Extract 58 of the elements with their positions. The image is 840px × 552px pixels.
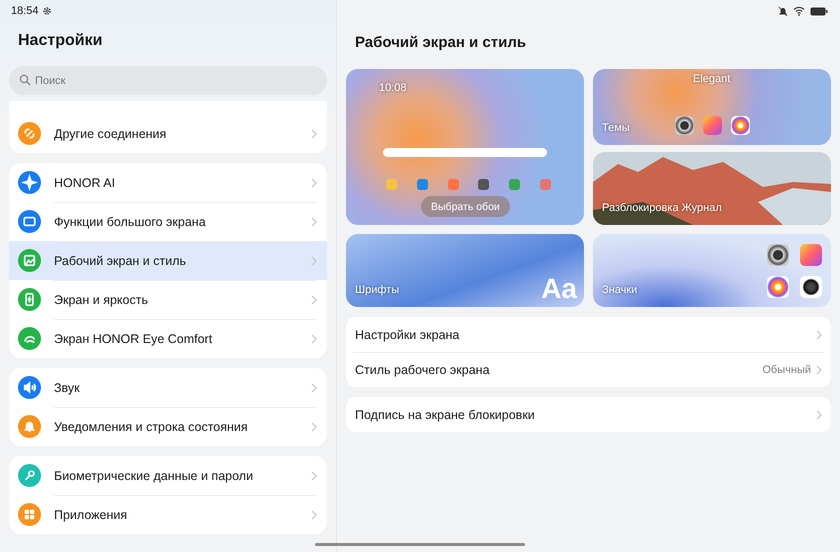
app-icon xyxy=(703,116,722,135)
bell-off-icon xyxy=(778,6,788,16)
chevron-icon xyxy=(311,256,317,266)
chevron-icon xyxy=(816,410,822,420)
preview-clock: 10:08 xyxy=(379,82,407,94)
settings-item[interactable]: Уведомления и строка состояния xyxy=(9,407,327,446)
app-icon xyxy=(509,179,520,190)
settings-item[interactable]: HONOR AI xyxy=(9,163,327,202)
page-title: Настройки xyxy=(17,31,104,51)
chevron-icon xyxy=(311,128,317,138)
chevron-icon xyxy=(311,422,317,432)
settings-item[interactable]: Экран и яркость xyxy=(9,280,327,319)
row-label: Настройки экрана xyxy=(355,328,460,342)
app-icon xyxy=(416,179,428,190)
settings-item[interactable]: Функции большого экрана xyxy=(9,202,327,241)
chevron-icon xyxy=(816,330,822,340)
settings-item[interactable]: Приложения xyxy=(9,495,327,534)
tile-label: Значки xyxy=(602,284,638,296)
wifi-icon xyxy=(793,6,805,16)
row-label: Стиль рабочего экрана xyxy=(355,362,491,376)
app-icon xyxy=(478,179,490,190)
settings-row[interactable]: Подпись на экране блокировки xyxy=(346,397,831,432)
settings-row[interactable]: Настройки экрана xyxy=(346,317,831,352)
chevron-icon xyxy=(311,216,317,226)
app-icon xyxy=(767,276,789,298)
row-value: Обычный xyxy=(762,364,811,376)
chevron-icon xyxy=(311,334,317,344)
home-indicator[interactable] xyxy=(315,543,525,546)
chevron-icon xyxy=(311,178,317,188)
theme-name: Elegant xyxy=(693,73,730,85)
tile-label: Шрифты xyxy=(355,284,400,296)
tile-label: Темы xyxy=(602,122,630,134)
settings-icon xyxy=(42,6,52,16)
chevron-icon xyxy=(311,294,317,304)
app-icon xyxy=(767,244,789,266)
app-icon xyxy=(386,179,397,190)
settings-item[interactable]: Биометрические данные и пароли xyxy=(9,456,327,495)
app-icon xyxy=(540,179,551,190)
row-label: Подпись на экране блокировки xyxy=(355,408,536,422)
settings-item[interactable]: Рабочий экран и стиль xyxy=(9,241,327,280)
app-icon xyxy=(448,179,459,190)
chevron-icon xyxy=(816,364,822,374)
chevron-icon xyxy=(311,382,317,392)
search-icon xyxy=(19,74,31,86)
app-icon xyxy=(800,276,822,298)
chevron-icon xyxy=(311,510,317,520)
chevron-icon xyxy=(311,470,317,480)
search-field[interactable]: Поиск xyxy=(9,66,327,95)
battery-icon xyxy=(810,6,828,16)
settings-item[interactable]: Экран HONOR Eye Comfort xyxy=(9,319,327,358)
app-icon xyxy=(675,116,694,135)
settings-row[interactable]: Стиль рабочего экрана Обычный xyxy=(346,352,831,387)
app-icon xyxy=(800,244,822,266)
status-time: 18:54 xyxy=(11,5,39,17)
settings-item[interactable]: Звук xyxy=(9,368,327,407)
section-title: Рабочий экран и стиль xyxy=(354,33,528,53)
app-icon xyxy=(731,116,750,135)
font-sample: Aa xyxy=(541,273,577,305)
